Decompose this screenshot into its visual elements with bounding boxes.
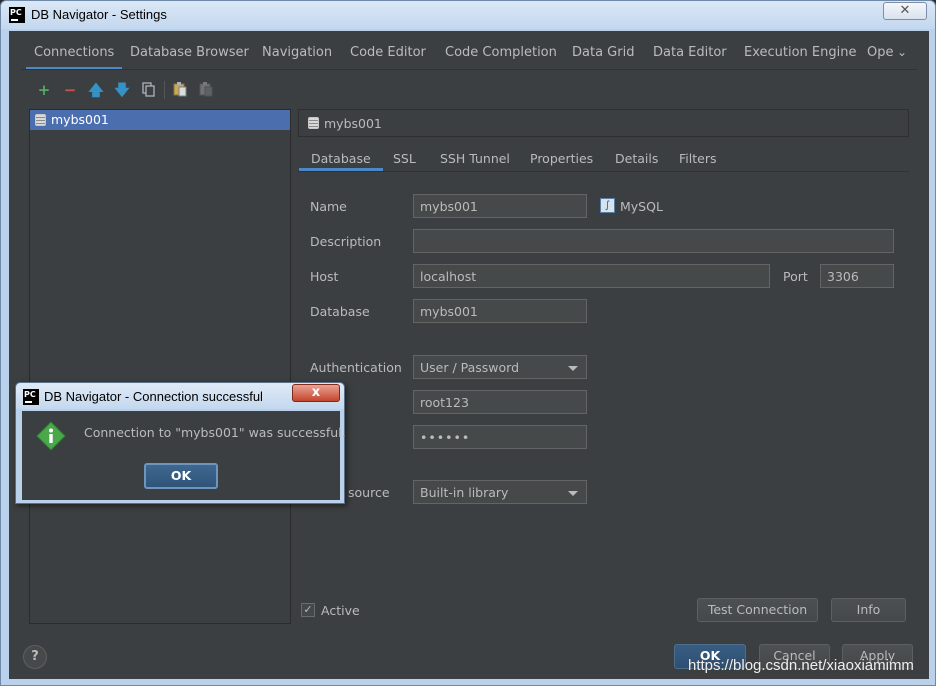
tab-data-editor[interactable]: Data Editor [653, 45, 727, 60]
window-titlebar: PC DB Navigator - Settings ✕ [1, 1, 935, 29]
remove-icon[interactable]: − [61, 81, 79, 99]
tab-database-browser[interactable]: Database Browser [130, 45, 249, 60]
host-field[interactable]: localhost [413, 264, 770, 288]
chevron-down-icon [568, 366, 578, 371]
chevron-down-icon [568, 491, 578, 496]
list-item[interactable]: mybs001 [30, 110, 290, 130]
host-label: Host [310, 269, 339, 284]
dialog-title: DB Navigator - Connection successful [44, 389, 263, 404]
move-up-icon[interactable]: 🡅 [87, 81, 105, 99]
tab-properties[interactable]: Properties [530, 151, 593, 166]
tab-ssl[interactable]: SSL [393, 151, 416, 166]
settings-window: PC DB Navigator - Settings ✕ Connections… [0, 0, 936, 686]
driver-source-label: source [348, 485, 390, 500]
port-field[interactable]: 3306 [820, 264, 894, 288]
description-label: Description [310, 234, 382, 249]
active-checkbox[interactable]: ✓ [301, 603, 315, 617]
user-field[interactable]: root123 [413, 390, 587, 414]
connection-header-title: mybs001 [324, 116, 382, 131]
toolbar-separator [164, 81, 165, 99]
name-field[interactable]: mybs001 [413, 194, 587, 218]
info-button[interactable]: Info [831, 598, 906, 622]
description-field[interactable] [413, 229, 894, 253]
chevron-down-icon[interactable]: ⌄ [897, 45, 907, 59]
move-down-icon[interactable]: 🡇 [113, 81, 131, 99]
help-button[interactable]: ? [23, 645, 47, 669]
tab-code-editor[interactable]: Code Editor [350, 45, 426, 60]
dialog-message: Connection to "mybs001" was successful. [84, 425, 346, 440]
settings-content: Connections Database Browser Navigation … [9, 31, 929, 679]
driver-source-value: Built-in library [420, 485, 509, 500]
database-label: Database [310, 304, 370, 319]
tab-navigation[interactable]: Navigation [262, 45, 332, 60]
copy-icon[interactable] [171, 81, 189, 99]
mysql-icon: ∫ [600, 198, 615, 213]
tabs-divider [21, 69, 917, 70]
window-close-button[interactable]: ✕ [883, 2, 927, 20]
tab-ssh-tunnel[interactable]: SSH Tunnel [440, 151, 510, 166]
duplicate-icon[interactable] [139, 81, 157, 99]
dialog-close-button[interactable]: x [292, 384, 340, 402]
dialog-body: Connection to "mybs001" was successful. … [22, 411, 346, 500]
app-logo-icon: PC [23, 389, 39, 405]
window-title: DB Navigator - Settings [31, 7, 167, 22]
tab-data-grid[interactable]: Data Grid [572, 45, 634, 60]
database-icon [35, 114, 46, 126]
password-field[interactable]: •••••• [413, 425, 587, 449]
test-connection-button[interactable]: Test Connection [697, 598, 818, 622]
info-icon [36, 421, 66, 451]
database-type-label: MySQL [620, 199, 663, 214]
authentication-select[interactable]: User / Password [413, 355, 587, 379]
watermark-text: https://blog.csdn.net/xiaoxiamimm [688, 657, 914, 674]
driver-source-select[interactable]: Built-in library [413, 480, 587, 504]
tab-execution-engine[interactable]: Execution Engine [744, 45, 856, 60]
add-icon[interactable]: + [35, 81, 53, 99]
tab-details[interactable]: Details [615, 151, 658, 166]
connection-header: mybs001 [298, 109, 909, 137]
tab-overflow[interactable]: Ope [867, 45, 893, 60]
port-label: Port [783, 269, 808, 284]
name-label: Name [310, 199, 347, 214]
paste-icon[interactable] [197, 81, 215, 99]
active-label: Active [321, 603, 360, 618]
subtabs-divider [298, 171, 909, 172]
connection-success-dialog: PC DB Navigator - Connection successful … [15, 382, 346, 504]
database-icon [308, 117, 319, 129]
authentication-label: Authentication [310, 360, 402, 375]
connection-list: mybs001 [29, 109, 291, 624]
database-field[interactable]: mybs001 [413, 299, 587, 323]
authentication-value: User / Password [420, 360, 520, 375]
dialog-titlebar: PC DB Navigator - Connection successful … [16, 383, 344, 409]
settings-tabs: Connections Database Browser Navigation … [9, 31, 929, 71]
tab-filters[interactable]: Filters [679, 151, 716, 166]
app-logo-icon: PC [9, 7, 25, 23]
connection-name: mybs001 [51, 112, 109, 127]
tab-connections[interactable]: Connections [25, 45, 123, 70]
tab-database[interactable]: Database [299, 151, 383, 171]
tab-code-completion[interactable]: Code Completion [445, 45, 557, 60]
dialog-ok-button[interactable]: OK [144, 463, 218, 489]
